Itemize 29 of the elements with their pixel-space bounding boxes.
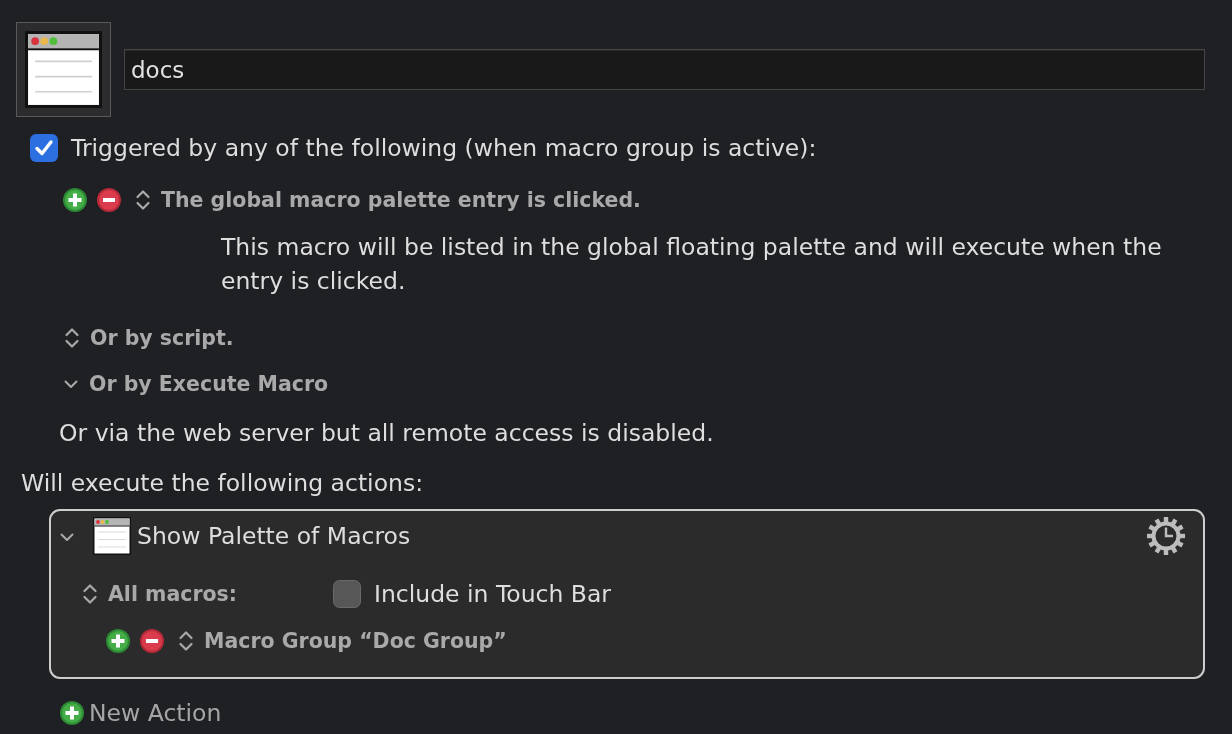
- new-action-button[interactable]: New Action: [60, 698, 222, 728]
- gear-icon[interactable]: [1146, 516, 1186, 556]
- checkbox-label: Include in Touch Bar: [374, 579, 611, 609]
- macro-name-field[interactable]: docs: [124, 49, 1205, 90]
- add-icon[interactable]: [106, 629, 130, 653]
- remove-icon[interactable]: [140, 629, 164, 653]
- macro-group-popup[interactable]: Macro Group “Doc Group”: [178, 626, 507, 656]
- add-icon: [60, 701, 84, 725]
- chevron-down-icon[interactable]: [60, 532, 74, 542]
- window-icon: [25, 31, 102, 108]
- window-icon: [93, 517, 131, 555]
- checkbox[interactable]: [30, 134, 58, 162]
- remove-icon[interactable]: [97, 188, 121, 212]
- add-icon[interactable]: [63, 188, 87, 212]
- trigger-description: This macro will be listed in the global floating palette and will execute when the entry is clicked.: [221, 232, 1163, 297]
- trigger-heading: Triggered by any of the following (when macro group is active):: [71, 133, 817, 163]
- macro-icon-well[interactable]: [16, 22, 111, 117]
- actions-heading: Will execute the following actions:: [21, 468, 424, 498]
- action-title: Show Palette of Macros: [137, 521, 411, 551]
- remote-access-note: Or via the web server but all remote access is disabled.: [59, 418, 714, 448]
- updown-chevron-icon: [64, 326, 80, 350]
- disclosure-toggle[interactable]: Or by Execute Macro: [64, 369, 329, 399]
- trigger-type-popup[interactable]: The global macro palette entry is clicked.: [135, 185, 641, 215]
- script-popup[interactable]: Or by script.: [64, 323, 234, 353]
- updown-chevron-icon: [135, 188, 151, 212]
- updown-chevron-icon: [82, 582, 98, 606]
- updown-chevron-icon: [178, 629, 194, 653]
- scope-popup[interactable]: All macros:: [82, 579, 333, 609]
- checkbox[interactable]: [333, 580, 361, 608]
